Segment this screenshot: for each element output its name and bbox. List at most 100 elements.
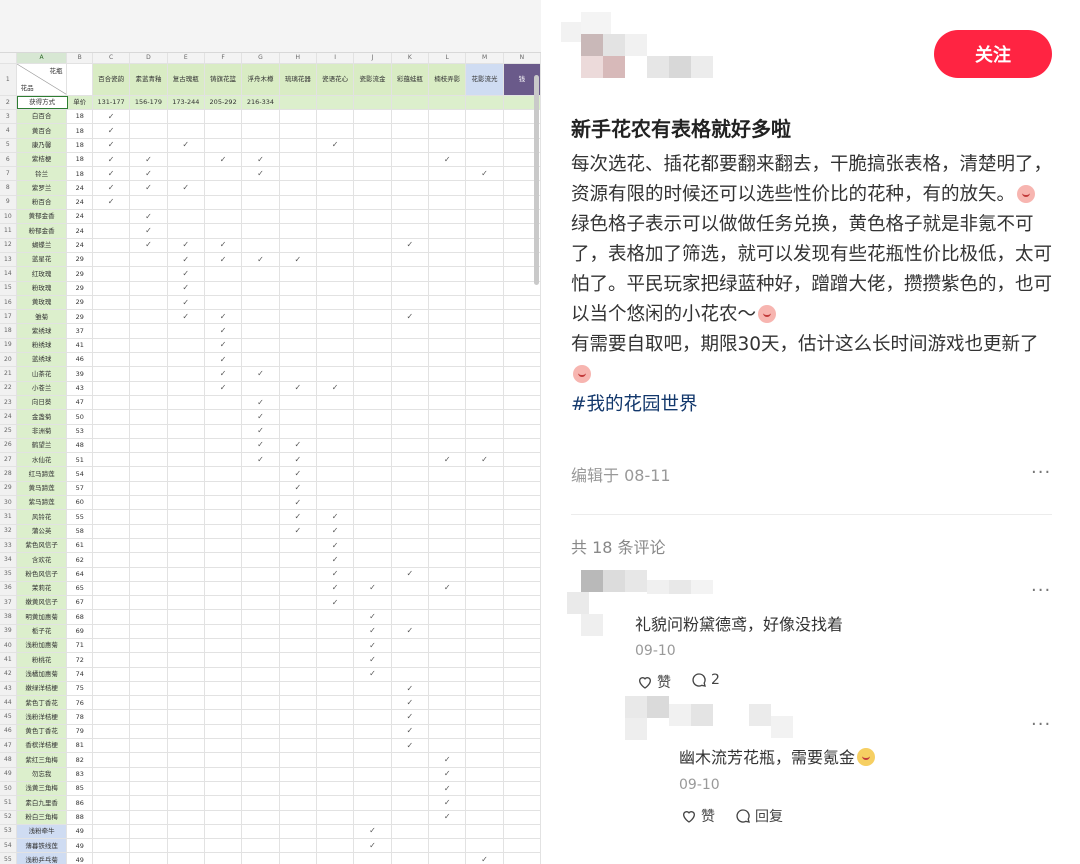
row-number[interactable]: 21: [0, 367, 17, 381]
column-letter[interactable]: I: [316, 53, 355, 63]
row-number[interactable]: 43: [0, 681, 17, 696]
row-number[interactable]: 49: [0, 767, 17, 781]
column-letter[interactable]: C: [92, 53, 131, 63]
row-number[interactable]: 7: [0, 167, 17, 181]
row-number[interactable]: 45: [0, 710, 17, 724]
row-number[interactable]: 27: [0, 453, 17, 467]
row-number[interactable]: 14: [0, 267, 17, 281]
row-number[interactable]: 40: [0, 638, 17, 653]
column-letter[interactable]: B: [67, 53, 93, 63]
row-number[interactable]: 10: [0, 210, 17, 224]
empty-cell: [504, 496, 541, 510]
table-row: 33 紫色风信子 61 ✓: [0, 538, 541, 554]
column-letter[interactable]: K: [391, 53, 430, 63]
row-number[interactable]: 52: [0, 810, 17, 824]
table-row: 23 向日葵 47 ✓: [0, 395, 541, 411]
row-number[interactable]: 9: [0, 195, 17, 210]
comment-1-reply-button[interactable]: 2: [691, 672, 720, 688]
price-cell: 71: [67, 638, 93, 653]
row-number[interactable]: 29: [0, 481, 17, 496]
row-number[interactable]: 46: [0, 724, 17, 739]
column-letter[interactable]: F: [204, 53, 243, 63]
row-number[interactable]: 28: [0, 467, 17, 481]
row-number[interactable]: 25: [0, 424, 17, 438]
row-number[interactable]: 39: [0, 624, 17, 638]
column-letter[interactable]: A: [16, 53, 68, 63]
row-number[interactable]: 26: [0, 438, 17, 453]
comment-2-more-icon[interactable]: ···: [1031, 714, 1051, 735]
row-number[interactable]: 8: [0, 181, 17, 195]
post-more-icon[interactable]: ···: [1031, 462, 1051, 483]
row-number[interactable]: 44: [0, 696, 17, 710]
empty-cell: [504, 724, 541, 739]
row-number[interactable]: 5: [0, 138, 17, 152]
row-number[interactable]: 55: [0, 853, 17, 864]
hashtag-link[interactable]: #我的花园世界: [571, 394, 698, 415]
heart-icon: [638, 677, 652, 689]
author-avatar-blurred[interactable]: [561, 12, 721, 92]
row-number[interactable]: 11: [0, 224, 17, 238]
row-number[interactable]: 34: [0, 553, 17, 567]
row-number[interactable]: 16: [0, 295, 17, 310]
row-number[interactable]: 47: [0, 739, 17, 753]
row-number[interactable]: 24: [0, 410, 17, 424]
row-number[interactable]: 53: [0, 824, 17, 839]
row-number[interactable]: 48: [0, 753, 17, 767]
method-label-cell[interactable]: 获得方式: [16, 96, 68, 109]
post-image[interactable]: ABCDEFGHIJKLMN 1 花瓶 花品 百合瓷韵 素蓝青釉 复古瑰瓶 铸旗花篮 浮舟木樽…: [0, 0, 541, 864]
column-letter[interactable]: J: [354, 53, 392, 63]
row-number[interactable]: 41: [0, 653, 17, 667]
corner-cell[interactable]: [0, 53, 17, 63]
column-letter[interactable]: H: [279, 53, 317, 63]
row-number[interactable]: 17: [0, 310, 17, 324]
empty-cell: [317, 252, 355, 267]
row-number[interactable]: 35: [0, 567, 17, 581]
row-number[interactable]: 37: [0, 596, 17, 610]
row-number[interactable]: 6: [0, 152, 17, 167]
row-number[interactable]: 18: [0, 324, 17, 338]
row-number[interactable]: 22: [0, 381, 17, 395]
table-row: 52 粉白三角梅 88 ✓: [0, 810, 541, 825]
row-number[interactable]: 2: [0, 96, 17, 109]
column-letter[interactable]: M: [466, 53, 504, 63]
row-number[interactable]: 20: [0, 353, 17, 367]
row-number[interactable]: 42: [0, 667, 17, 681]
row-number[interactable]: 36: [0, 581, 17, 596]
empty-cell: [429, 824, 467, 839]
price-cell: 37: [67, 324, 93, 338]
row-number[interactable]: 31: [0, 510, 17, 524]
sheet-scrollbar[interactable]: [534, 75, 539, 285]
row-number[interactable]: 4: [0, 124, 17, 138]
row-number[interactable]: 13: [0, 252, 17, 267]
row-number[interactable]: 54: [0, 839, 17, 853]
column-letter[interactable]: N: [503, 53, 541, 63]
flower-name-cell: 紫色丁香花: [16, 696, 68, 710]
column-letter[interactable]: E: [167, 53, 205, 63]
column-letter[interactable]: L: [429, 53, 467, 63]
comment-2-reply-button[interactable]: 回复: [735, 806, 783, 826]
row-number[interactable]: 1: [0, 64, 17, 95]
row-number[interactable]: 32: [0, 524, 17, 538]
empty-cell: [205, 210, 243, 224]
row-number[interactable]: 15: [0, 281, 17, 295]
row-number[interactable]: 19: [0, 338, 17, 353]
row-number[interactable]: 30: [0, 496, 17, 510]
comment-2-like-button[interactable]: 赞: [681, 806, 715, 826]
row-number[interactable]: 50: [0, 781, 17, 796]
comment-1-like-button[interactable]: 赞: [637, 672, 671, 692]
row-number[interactable]: 12: [0, 238, 17, 252]
empty-cell: [130, 310, 168, 324]
comment-1-more-icon[interactable]: ···: [1031, 580, 1051, 601]
empty-cell: [168, 152, 205, 167]
row-number[interactable]: 33: [0, 538, 17, 553]
row-number[interactable]: 51: [0, 796, 17, 810]
column-letter[interactable]: D: [130, 53, 168, 63]
empty-cell: [466, 696, 504, 710]
row-number[interactable]: 3: [0, 110, 17, 124]
row-number[interactable]: 23: [0, 395, 17, 410]
empty-cell: [466, 739, 504, 753]
column-letter[interactable]: G: [242, 53, 280, 63]
price-cell: 54: [67, 467, 93, 481]
row-number[interactable]: 38: [0, 610, 17, 624]
follow-button[interactable]: 关注: [934, 30, 1052, 78]
